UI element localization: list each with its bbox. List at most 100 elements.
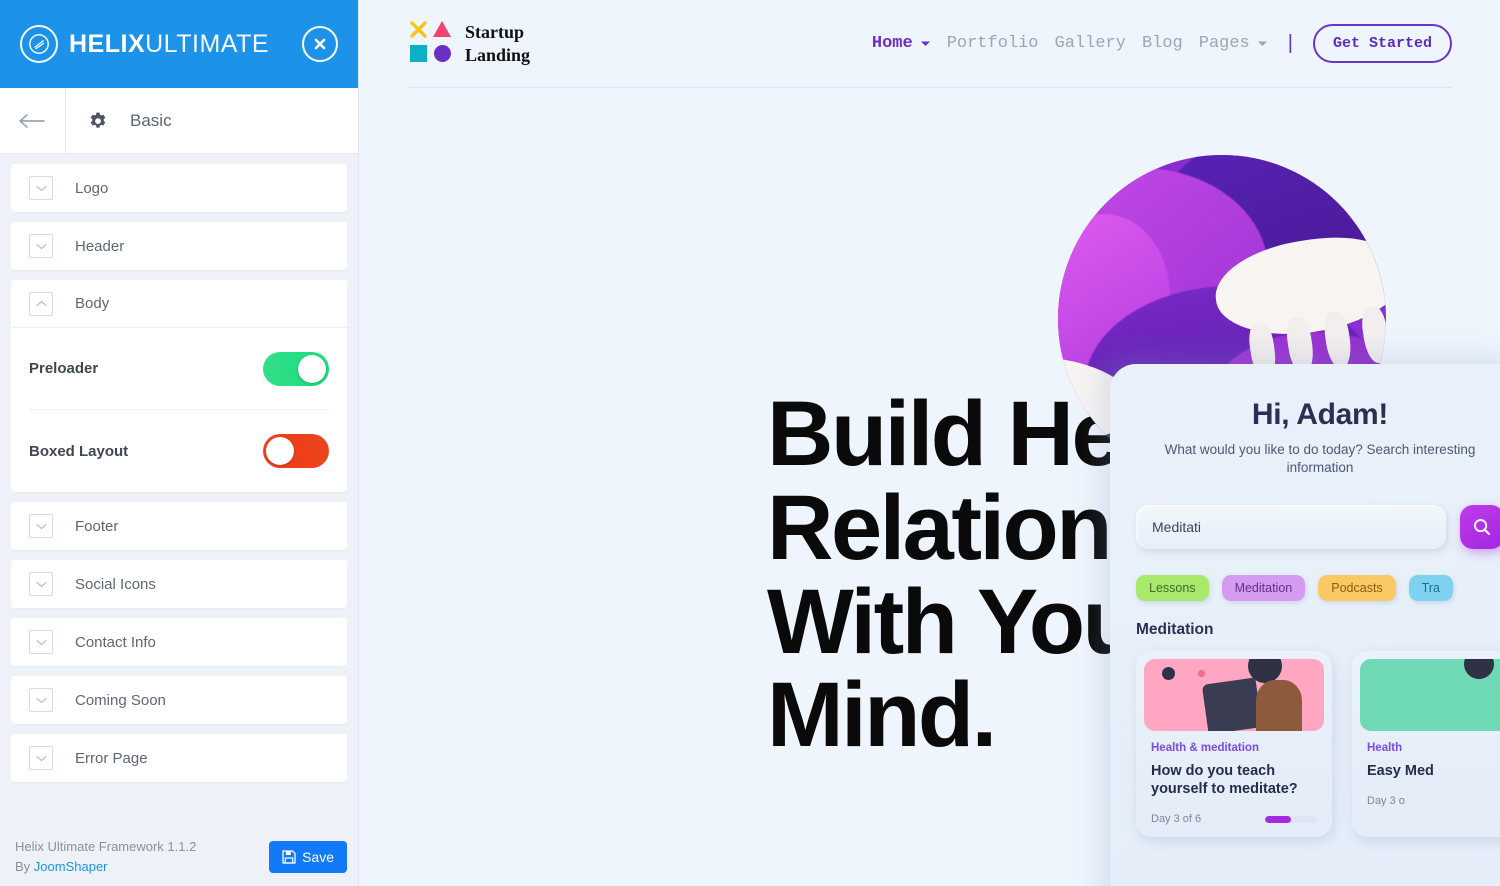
- phone-card-list: Health & meditation How do you teach you…: [1136, 651, 1500, 838]
- panel-label: Footer: [75, 517, 119, 535]
- save-button-label: Save: [302, 849, 334, 865]
- phone-search-input[interactable]: Meditati: [1136, 505, 1446, 550]
- phone-mockup: Hi, Adam! What would you like to do toda…: [1110, 364, 1500, 886]
- chevron-down-icon[interactable]: [29, 234, 53, 258]
- panel-header-body[interactable]: Body: [11, 280, 347, 328]
- section-title-label: Basic: [130, 110, 172, 130]
- square-shape-icon: [409, 44, 428, 68]
- boxed-layout-toggle[interactable]: [263, 434, 329, 468]
- panel-label: Coming Soon: [75, 691, 166, 709]
- chevron-down-icon[interactable]: [29, 630, 53, 654]
- setting-label: Preloader: [29, 360, 99, 377]
- chevron-up-icon[interactable]: [29, 291, 53, 316]
- by-prefix: By: [15, 859, 34, 874]
- panel-header-logo[interactable]: Logo: [11, 164, 347, 212]
- nav-label: Home: [871, 34, 913, 53]
- chevron-down-icon[interactable]: [29, 514, 53, 538]
- brand-name-light: ULTIMATE: [145, 29, 270, 58]
- sidebar-footer: Helix Ultimate Framework 1.1.2 By JoomSh…: [0, 828, 358, 886]
- sidebar-subbar: Basic: [0, 88, 358, 154]
- panel-label: Social Icons: [75, 575, 156, 593]
- panel-label: Contact Info: [75, 633, 156, 651]
- chevron-down-icon[interactable]: [29, 688, 53, 712]
- chevron-down-icon: [920, 40, 931, 47]
- card-progress-bar: [1265, 815, 1317, 823]
- card-day-progress: Day 3 of 6: [1151, 813, 1202, 826]
- panel-header-footer[interactable]: Footer: [11, 502, 347, 550]
- card-image: [1144, 659, 1324, 732]
- logo-shapes: [407, 20, 453, 68]
- helix-template-manager: HELIXULTIMATE Basic Logo Header Body Pre…: [0, 0, 1500, 886]
- card-category: Health: [1367, 742, 1403, 755]
- chip-training[interactable]: Tra: [1408, 575, 1453, 602]
- phone-greeting: Hi, Adam!: [1251, 398, 1389, 431]
- panel-header: Header: [11, 222, 347, 270]
- nav-item-portfolio[interactable]: Portfolio: [947, 34, 1039, 53]
- chevron-down-icon[interactable]: [29, 572, 53, 596]
- x-shape-icon: [409, 20, 428, 44]
- chip-podcasts[interactable]: Podcasts: [1318, 575, 1396, 602]
- helix-circle-icon: [20, 25, 58, 63]
- panel-social-icons: Social Icons: [11, 560, 347, 608]
- floppy-disk-icon: [282, 850, 296, 864]
- phone-section-title: Meditation: [1136, 621, 1214, 639]
- brand-title: HELIXULTIMATE: [69, 30, 269, 59]
- panel-label: Body: [75, 295, 110, 312]
- panel-footer: Footer: [11, 502, 347, 550]
- panel-header-coming-soon[interactable]: Coming Soon: [11, 676, 347, 724]
- settings-panel-list: Logo Header Body Preloader Boxed Layout …: [0, 154, 358, 828]
- card-footer: Day 3 of 6: [1151, 813, 1317, 825]
- site-logo-text: Startup Landing: [465, 21, 530, 66]
- card-title: Easy Med: [1367, 763, 1434, 780]
- brand-name-bold: HELIX: [69, 29, 146, 58]
- chevron-down-icon[interactable]: [29, 176, 53, 200]
- nav-label: Portfolio: [946, 34, 1039, 53]
- circle-shape-icon: [433, 44, 452, 68]
- chip-meditation[interactable]: Meditation: [1221, 575, 1306, 602]
- panel-body: Body Preloader Boxed Layout: [11, 280, 347, 492]
- triangle-shape-icon: [432, 20, 452, 43]
- card-image: [1360, 659, 1500, 732]
- chip-lessons[interactable]: Lessons: [1136, 575, 1209, 602]
- framework-version-line: Helix Ultimate Framework 1.1.2: [15, 838, 197, 854]
- nav-item-home[interactable]: Home: [872, 34, 931, 53]
- save-button[interactable]: Save: [269, 841, 347, 873]
- panel-header-header[interactable]: Header: [11, 222, 347, 270]
- framework-version-info: Helix Ultimate Framework 1.1.2 By JoomSh…: [15, 837, 196, 877]
- hero-illustration: Hi, Adam! What would you like to do toda…: [1058, 0, 1500, 886]
- panel-body-content: Preloader Boxed Layout: [11, 328, 347, 492]
- close-icon[interactable]: [302, 26, 338, 62]
- setting-label: Boxed Layout: [29, 442, 129, 460]
- panel-label: Error Page: [75, 749, 148, 767]
- decorative-lines: [976, 488, 1096, 506]
- panel-error-page: Error Page: [11, 734, 347, 782]
- card-day-progress: Day 3 o: [1367, 795, 1405, 808]
- panel-header-contact-info[interactable]: Contact Info: [11, 618, 347, 666]
- setting-row-boxed-layout: Boxed Layout: [29, 410, 329, 492]
- panel-contact-info: Contact Info: [11, 618, 347, 666]
- gear-icon: [88, 111, 108, 131]
- chevron-down-icon[interactable]: [29, 746, 53, 770]
- site-logo[interactable]: Startup Landing: [407, 20, 530, 68]
- panel-coming-soon: Coming Soon: [11, 676, 347, 724]
- setting-row-preloader: Preloader: [29, 328, 329, 410]
- arrow-left-icon[interactable]: [0, 88, 66, 153]
- preloader-toggle[interactable]: [263, 351, 329, 386]
- card-footer: Day 3 o: [1367, 795, 1500, 807]
- template-preview: Startup Landing Home Portfolio Gallery B…: [359, 0, 1500, 886]
- panel-header-social-icons[interactable]: Social Icons: [11, 560, 347, 608]
- joomshaper-link[interactable]: JoomShaper: [34, 859, 108, 874]
- logo-line-1: Startup: [465, 22, 525, 42]
- settings-sidebar: HELIXULTIMATE Basic Logo Header Body Pre…: [0, 0, 359, 886]
- magnifier-icon[interactable]: [1460, 505, 1500, 550]
- sidebar-brand-bar: HELIXULTIMATE: [0, 0, 358, 88]
- phone-card[interactable]: Health Easy Med Day 3 o: [1352, 651, 1500, 838]
- phone-search-row: Meditati: [1136, 505, 1500, 550]
- panel-label: Logo: [75, 179, 109, 197]
- phone-subtitle: What would you like to do today? Search …: [1164, 442, 1476, 476]
- card-title: How do you teach yourself to meditate?: [1151, 763, 1298, 798]
- sidebar-section-title: Basic: [66, 88, 172, 153]
- phone-card[interactable]: Health & meditation How do you teach you…: [1136, 651, 1332, 838]
- panel-header-error-page[interactable]: Error Page: [11, 734, 347, 782]
- card-category: Health & meditation: [1151, 742, 1259, 755]
